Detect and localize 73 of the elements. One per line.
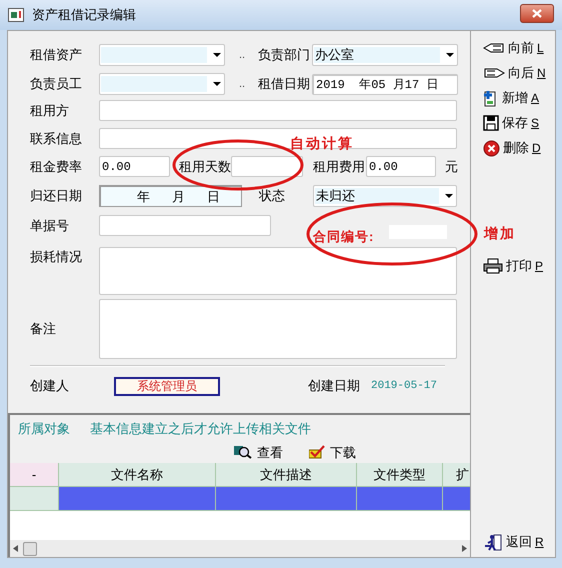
dropdown[interactable]: 办公室 bbox=[312, 44, 458, 66]
magnifier-icon bbox=[234, 445, 252, 460]
dropdown-arrow-icon bbox=[446, 53, 454, 57]
save-icon bbox=[483, 115, 499, 131]
annotation-text: 合同编号: bbox=[313, 228, 374, 246]
field-label: 联系信息 bbox=[30, 130, 83, 148]
created-date: 2019-05-17 bbox=[371, 378, 438, 394]
dropdown-arrow-icon bbox=[213, 53, 221, 57]
more-button[interactable]: .. bbox=[231, 76, 253, 92]
toolbar-button[interactable]: 打印 P bbox=[483, 255, 555, 277]
column-header[interactable]: 扩 bbox=[443, 463, 470, 487]
column-header[interactable]: 文件名称 bbox=[59, 463, 216, 487]
field-label: 归还日期 bbox=[30, 187, 83, 206]
delete-icon bbox=[483, 140, 500, 156]
field-label: 租金费率 bbox=[30, 158, 83, 176]
input-field[interactable] bbox=[99, 128, 457, 149]
field-label: 元 bbox=[445, 158, 459, 176]
dropdown[interactable] bbox=[99, 44, 225, 66]
toolbar-button[interactable]: 新增 A bbox=[483, 87, 555, 109]
input-field[interactable]: 0.00 bbox=[366, 156, 436, 177]
upload-hint: 基本信息建立之后才允许上传相关文件 bbox=[90, 420, 311, 438]
close-button[interactable] bbox=[520, 4, 554, 22]
toolbar-button[interactable]: 保存 S bbox=[483, 112, 555, 134]
dropdown[interactable] bbox=[99, 73, 225, 95]
field-label: 状态 bbox=[259, 187, 286, 206]
checkmark-icon bbox=[309, 445, 325, 460]
annotation-text: 自动计算 bbox=[290, 134, 354, 153]
toolbar-button[interactable]: 向后 N bbox=[483, 62, 555, 84]
toolbar-button[interactable]: 向前 L bbox=[483, 37, 555, 59]
column-header[interactable]: - bbox=[10, 463, 59, 487]
row-header[interactable] bbox=[10, 487, 59, 511]
input-field[interactable] bbox=[99, 247, 457, 295]
dropdown[interactable]: 未归还 bbox=[313, 185, 457, 207]
input-field[interactable] bbox=[231, 156, 303, 177]
close-icon bbox=[532, 8, 542, 18]
app-icon bbox=[8, 8, 24, 22]
toolbar-button[interactable]: 删除 D bbox=[483, 137, 555, 159]
field-label: 备注 bbox=[30, 320, 57, 338]
scroll-thumb[interactable] bbox=[23, 542, 37, 556]
scroll-left-icon[interactable] bbox=[13, 545, 18, 552]
input-field[interactable] bbox=[99, 299, 457, 359]
field-label: 单据号 bbox=[30, 216, 70, 235]
field-label: 租借日期 bbox=[258, 75, 311, 94]
field-label: 创建日期 bbox=[308, 377, 361, 396]
creator-field: 系统管理员 bbox=[114, 376, 220, 396]
field-label: 负责员工 bbox=[30, 75, 83, 94]
toolbar-button[interactable]: 返回 R bbox=[483, 531, 555, 553]
download-button[interactable]: 下载 bbox=[309, 442, 356, 462]
field-label: 损耗情况 bbox=[30, 248, 83, 266]
input-field[interactable] bbox=[99, 100, 457, 121]
column-header[interactable]: 文件描述 bbox=[216, 463, 357, 487]
input-field[interactable]: 2019 年05 月17 日 bbox=[312, 74, 458, 94]
date-field[interactable]: 年 月 日 bbox=[99, 185, 242, 207]
view-button[interactable]: 查看 bbox=[234, 442, 283, 462]
field-label: 租用天数 bbox=[179, 158, 231, 176]
target-label: 所属对象 bbox=[18, 420, 70, 438]
dropdown-arrow-icon bbox=[445, 194, 453, 198]
input-field[interactable]: 0.00 bbox=[99, 156, 170, 177]
field-label: 负责部门 bbox=[258, 46, 311, 64]
annotation-text: 增加 bbox=[484, 224, 516, 243]
field-label: 租借资产 bbox=[30, 46, 83, 64]
exit-figure-icon bbox=[483, 533, 503, 551]
field-label: 创建人 bbox=[30, 377, 70, 396]
scroll-right-icon[interactable] bbox=[462, 545, 467, 552]
field-label: 租用方 bbox=[30, 102, 70, 120]
column-header[interactable]: 文件类型 bbox=[357, 463, 443, 487]
horizontal-scrollbar[interactable] bbox=[10, 540, 470, 557]
field-label: 租用费用 bbox=[313, 158, 366, 176]
window-title: 资产租借记录编辑 bbox=[32, 6, 136, 24]
dropdown-arrow-icon bbox=[213, 82, 221, 86]
input-field[interactable] bbox=[99, 215, 271, 236]
more-button[interactable]: .. bbox=[231, 46, 253, 64]
printer-icon bbox=[483, 258, 503, 274]
